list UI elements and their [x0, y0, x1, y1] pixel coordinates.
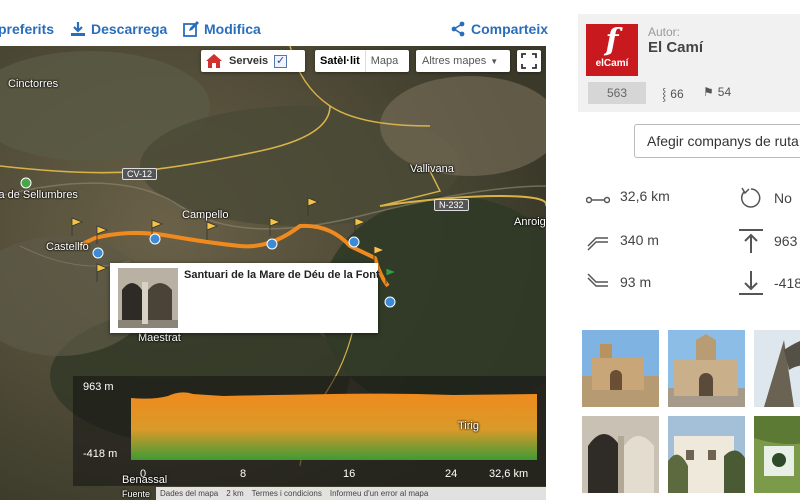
- fullscreen-icon: [521, 53, 537, 69]
- edit-label: Modifica: [204, 21, 261, 37]
- profile-x-tick: 8: [240, 468, 247, 480]
- place-label-tirig: Tirig: [458, 420, 479, 432]
- stat-descent-value: 93 m: [620, 274, 652, 290]
- place-label-anroig: Anroig: [514, 216, 546, 228]
- place-label-maestrat: Maestrat: [138, 332, 181, 344]
- route-sidebar: f elCamí Autor: El Camí 563 ⸾ 66 ⚑ 54 Af…: [562, 0, 800, 500]
- home-icon: [206, 54, 222, 68]
- edit-icon: [183, 21, 199, 37]
- stat-min-altitude: -418: [738, 270, 800, 296]
- descent-icon: [587, 273, 608, 287]
- download-label: Descarrega: [91, 21, 168, 37]
- road-badge-n232: N-232: [434, 199, 469, 211]
- author-followers-stat: ⚑ 54: [703, 85, 731, 99]
- route-photo[interactable]: [754, 416, 800, 493]
- author-card: f elCamí Autor: El Camí 563 ⸾ 66 ⚑ 54: [578, 14, 800, 112]
- profile-x-tick: 16: [343, 468, 356, 480]
- report-error-link[interactable]: Informeu d'un error al mapa: [330, 489, 428, 498]
- profile-x-tick: 32,6 km: [489, 468, 529, 480]
- stat-ascent-value: 340 m: [620, 232, 659, 248]
- map-scale: 2 km: [226, 489, 244, 498]
- stat-max-altitude-value: 963: [774, 233, 798, 249]
- profile-x-tick: 24: [445, 468, 458, 480]
- poi-title: Santuari de la Mare de Déu de la Font: [184, 269, 380, 281]
- map-type-switch: Satèl·lit Mapa: [315, 50, 409, 72]
- route-photo[interactable]: [668, 330, 745, 407]
- route-photo[interactable]: [582, 416, 659, 493]
- place-label-sellumbres: la de Sellumbres: [0, 189, 78, 201]
- fullscreen-button[interactable]: [517, 50, 541, 72]
- more-maps-label: Altres mapes: [422, 55, 487, 67]
- place-label-benassal: Benassal: [122, 474, 168, 486]
- stat-min-altitude-value: -418: [774, 275, 800, 291]
- satellite-button[interactable]: Satèl·lit: [315, 50, 366, 72]
- share-button[interactable]: Comparteix: [450, 21, 548, 37]
- max-altitude-icon: [739, 229, 763, 253]
- stat-distance-value: 32,6 km: [620, 188, 670, 204]
- poi-thumbnail: [118, 268, 178, 328]
- poi-popup[interactable]: Santuari de la Mare de Déu de la Font: [110, 263, 380, 333]
- min-altitude-icon: [739, 271, 763, 295]
- loop-icon: [740, 187, 761, 208]
- favorites-label: preferits: [0, 21, 55, 37]
- author-logo[interactable]: f elCamí: [586, 24, 638, 76]
- share-icon: [451, 21, 465, 37]
- terms-link[interactable]: Termes i condicions: [252, 489, 322, 498]
- place-label-cinctorres: Cinctorres: [8, 78, 59, 90]
- map-attribution: Dades del mapa 2 km Termes i condicions …: [156, 487, 546, 500]
- logo-text: elCamí: [595, 58, 629, 69]
- route-photo[interactable]: [754, 330, 800, 407]
- place-label-campello: Campello: [182, 209, 229, 221]
- stat-max-altitude: 963: [738, 228, 797, 254]
- download-button[interactable]: Descarrega: [70, 21, 167, 37]
- logo-f-icon: f: [605, 23, 619, 58]
- author-name[interactable]: El Camí: [648, 39, 703, 56]
- map-data-link[interactable]: Dades del mapa: [160, 489, 218, 498]
- place-label-vallivana: Vallivana: [410, 163, 454, 175]
- road-badge-cv12: CV-12: [122, 168, 158, 180]
- more-maps-dropdown[interactable]: Altres mapes ▼: [416, 50, 510, 72]
- favorites-button[interactable]: preferits: [0, 21, 54, 37]
- route-actions-bar: preferits Descarrega Modifica Comparteix: [0, 0, 560, 46]
- author-routes-stat: ⸾ 66: [662, 85, 684, 102]
- profile-max-label: 963 m: [83, 381, 114, 393]
- author-label: Autor:: [648, 25, 681, 39]
- place-label-castellfort: Castellfo: [46, 241, 89, 253]
- route-photo[interactable]: [668, 416, 745, 493]
- stat-descent: 93 m: [586, 270, 651, 294]
- services-label: Serveis: [229, 55, 269, 67]
- author-routes-count: 66: [670, 86, 684, 101]
- services-toggle[interactable]: Serveis ✓: [201, 50, 305, 72]
- map-bottom-label: Fuente: [122, 489, 151, 499]
- add-companions-button[interactable]: Afegir companys de ruta: [634, 124, 800, 158]
- author-followers-count: 54: [717, 85, 732, 99]
- distance-icon: [586, 196, 610, 204]
- edit-button[interactable]: Modifica: [183, 21, 261, 37]
- map-button[interactable]: Mapa: [366, 50, 404, 72]
- stat-distance: 32,6 km: [586, 186, 670, 206]
- caret-down-icon: ▼: [490, 56, 499, 66]
- route-photo[interactable]: [582, 330, 659, 407]
- flag-icon: ⚑: [703, 85, 714, 99]
- trail-icon: ⸾: [662, 87, 667, 101]
- stat-loop: No: [738, 186, 792, 210]
- profile-min-label: -418 m: [83, 448, 118, 460]
- ascent-icon: [587, 237, 608, 251]
- services-checkbox[interactable]: ✓: [274, 54, 288, 68]
- stat-loop-value: No: [774, 190, 792, 206]
- author-rank-badge: 563: [588, 82, 646, 104]
- download-icon: [71, 22, 85, 36]
- stat-ascent: 340 m: [586, 228, 659, 252]
- share-label: Comparteix: [471, 21, 549, 37]
